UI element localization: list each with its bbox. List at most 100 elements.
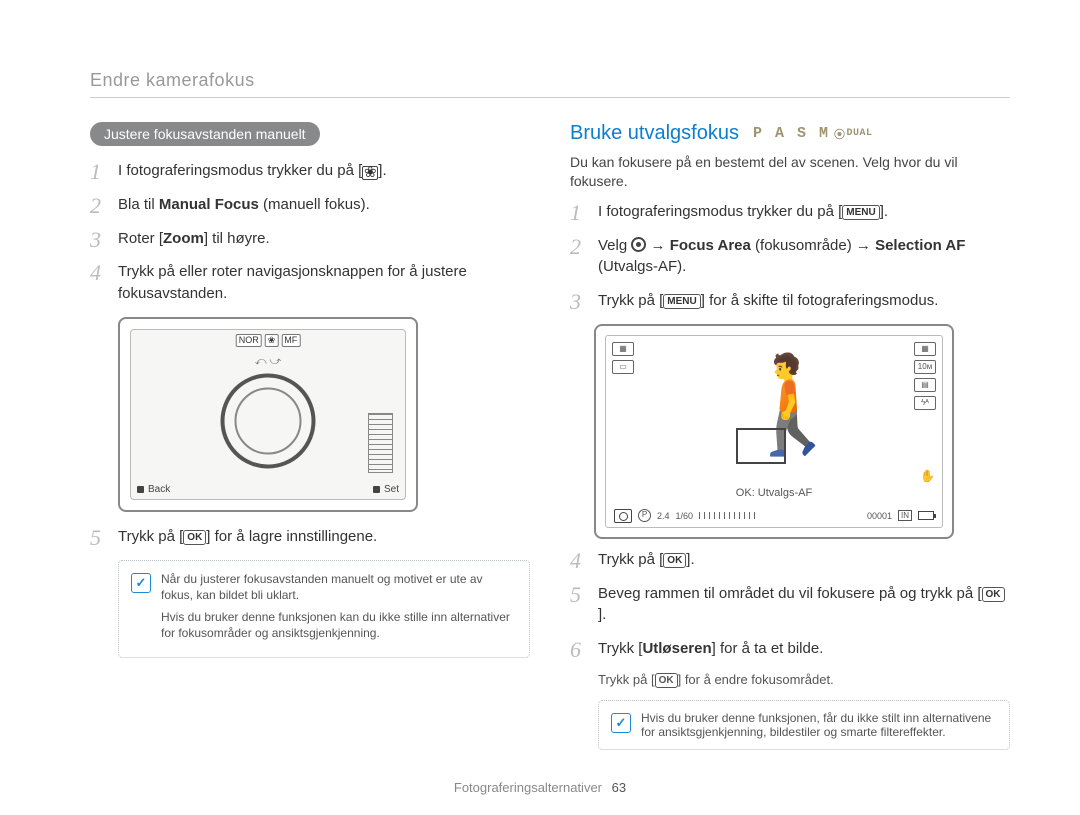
lcd-illustration-selection-af: ▦ ▭ ▦ 10ᴍ ▤ ϟᴬ 🚶 OK: Utvalgs-AF P 2.4: [594, 324, 954, 539]
lcd-bottom-row: Back Set: [137, 484, 399, 495]
note-icon: ✓: [611, 713, 631, 733]
lcd-top-chips: NOR ❀ MF: [236, 334, 301, 347]
step-text: I fotograferingsmodus trykker du på [: [598, 203, 842, 220]
steady-icon: [920, 467, 934, 481]
lcd-back-label: Back: [137, 484, 170, 495]
term: Manual Focus: [159, 196, 259, 213]
overlay-icon: 10ᴍ: [914, 360, 936, 374]
ev-scale: [699, 512, 759, 519]
right-column: Bruke utvalgsfokus P A S M DUAL Du kan f…: [570, 122, 1010, 750]
mode-letters: P A S M DUAL: [753, 125, 873, 142]
lcd-left-icons: ▦ ▭: [612, 342, 634, 374]
chip: NOR: [236, 334, 262, 347]
overlay-icon: ▤: [914, 378, 936, 392]
frame-counter: 00001: [867, 511, 892, 521]
lcd-inner: ▦ ▭ ▦ 10ᴍ ▤ ϟᴬ 🚶 OK: Utvalgs-AF P 2.4: [605, 335, 943, 528]
term: Selection AF: [875, 237, 965, 254]
subsection-pill: Justere fokusavstanden manuelt: [90, 122, 320, 146]
aperture-value: 2.4: [657, 511, 670, 521]
term: Focus Area: [670, 237, 751, 254]
lcd-set-label: Set: [373, 484, 399, 495]
step-1: I fotograferingsmodus trykker du på [❀].: [90, 160, 530, 182]
step-text: Trykk på [: [118, 528, 183, 545]
arc-arrows-icon: ⤺ ⤻: [255, 356, 282, 369]
lcd-right-icons: ▦ 10ᴍ ▤ ϟᴬ: [914, 342, 936, 410]
note-line: Hvis du bruker denne funksjonen kan du i…: [161, 609, 517, 641]
step-2: Bla til Manual Focus (manuell fokus).: [90, 194, 530, 216]
page-number: 63: [612, 780, 626, 795]
overlay-icon: ϟᴬ: [914, 396, 936, 410]
step-1: I fotograferingsmodus trykker du på [MEN…: [570, 201, 1010, 223]
step-3: Trykk på [MENU] for å skifte til fotogra…: [570, 290, 1010, 312]
step-text: (Utvalgs-AF).: [598, 258, 686, 275]
intro-text: Du kan fokusere på en bestemt del av sce…: [570, 153, 1010, 191]
step-text: I fotograferingsmodus trykker du på [: [118, 162, 362, 179]
step-5: Beveg rammen til området du vil fokusere…: [570, 583, 1010, 627]
note-box: ✓ Hvis du bruker denne funksjonen, får d…: [598, 700, 1010, 750]
arrow: →: [646, 237, 669, 254]
term: Utløseren: [642, 640, 711, 657]
modes: P A S M: [753, 125, 830, 142]
menu-button-label: MENU: [842, 205, 879, 220]
step-text: ] til høyre.: [204, 230, 270, 247]
focus-dial: ⤺ ⤻: [221, 374, 316, 469]
content-columns: Justere fokusavstanden manuelt I fotogra…: [90, 122, 1010, 750]
right-steps-cont: Trykk på [OK]. Beveg rammen til området …: [570, 549, 1010, 660]
step-text: ].: [598, 606, 606, 623]
right-steps: I fotograferingsmodus trykker du på [MEN…: [570, 201, 1010, 312]
step-text: Roter [: [118, 230, 163, 247]
sub-text: Trykk på [: [598, 672, 655, 687]
term: Zoom: [163, 230, 204, 247]
lcd-inner: NOR ❀ MF ⤺ ⤻ Back Set: [130, 329, 406, 500]
step-text: Trykk på [: [598, 292, 663, 309]
left-column: Justere fokusavstanden manuelt I fotogra…: [90, 122, 530, 750]
step-text: Bla til: [118, 196, 159, 213]
step-6: Trykk [Utløseren] for å ta et bilde.: [570, 638, 1010, 660]
chip: MF: [281, 334, 300, 347]
chip: ❀: [265, 334, 279, 347]
shutter-value: 1/60: [676, 511, 694, 521]
step-text: ].: [880, 203, 888, 220]
step-5: Trykk på [OK] for å lagre innstillingene…: [90, 526, 530, 548]
left-steps-cont: Trykk på [OK] for å lagre innstillingene…: [90, 526, 530, 548]
ok-button-label: OK: [663, 553, 686, 568]
dual-mode-icon: DUAL: [834, 126, 873, 142]
mode-p-icon: P: [638, 509, 651, 522]
step-text: ].: [686, 551, 694, 568]
step-3: Roter [Zoom] til høyre.: [90, 228, 530, 250]
ok-button-label: OK: [655, 673, 678, 688]
lcd-hint: OK: Utvalgs-AF: [606, 487, 942, 499]
focus-scale: [368, 413, 393, 473]
camera-dial-icon: [631, 237, 646, 252]
step-4: Trykk på eller roter navigasjonsknappen …: [90, 261, 530, 305]
camera-icon: [614, 509, 632, 523]
step-text: (fokusområde): [751, 237, 856, 254]
step-text: (manuell fokus).: [259, 196, 370, 213]
battery-icon: [918, 511, 934, 520]
step-text: ] for å lagre innstillingene.: [206, 528, 377, 545]
note-list: Når du justerer fokusavstanden manuelt o…: [161, 571, 517, 648]
heading-text: Bruke utvalgsfokus: [570, 122, 739, 145]
macro-icon: ❀: [362, 166, 378, 180]
note-text: Hvis du bruker denne funksjonen, får du …: [641, 711, 997, 739]
note-line: Når du justerer fokusavstanden manuelt o…: [161, 571, 517, 603]
step-text: ].: [378, 162, 386, 179]
note-icon: ✓: [131, 573, 151, 593]
sub-text: ] for å endre fokusområdet.: [678, 672, 834, 687]
overlay-icon: ▦: [914, 342, 936, 356]
overlay-icon: ▦: [612, 342, 634, 356]
page-title: Endre kamerafokus: [90, 70, 1010, 98]
step-4: Trykk på [OK].: [570, 549, 1010, 571]
step-text: Trykk på [: [598, 551, 663, 568]
step-text: Trykk [: [598, 640, 642, 657]
note-box: ✓ Når du justerer fokusavstanden manuelt…: [118, 560, 530, 659]
sub-note: Trykk på [OK] for å endre fokusområdet.: [570, 672, 1010, 688]
lcd-illustration-manual-focus: NOR ❀ MF ⤺ ⤻ Back Set: [118, 317, 418, 512]
left-steps: I fotograferingsmodus trykker du på [❀].…: [90, 160, 530, 305]
page-footer: Fotograferingsalternativer 63: [0, 780, 1080, 795]
step-text: Beveg rammen til området du vil fokusere…: [598, 585, 982, 602]
overlay-icon: ▭: [612, 360, 634, 374]
memory-indicator: IN: [898, 510, 912, 521]
section-heading: Bruke utvalgsfokus P A S M DUAL: [570, 122, 1010, 145]
lcd-status-bar: P 2.4 1/60 00001 IN: [614, 509, 934, 523]
